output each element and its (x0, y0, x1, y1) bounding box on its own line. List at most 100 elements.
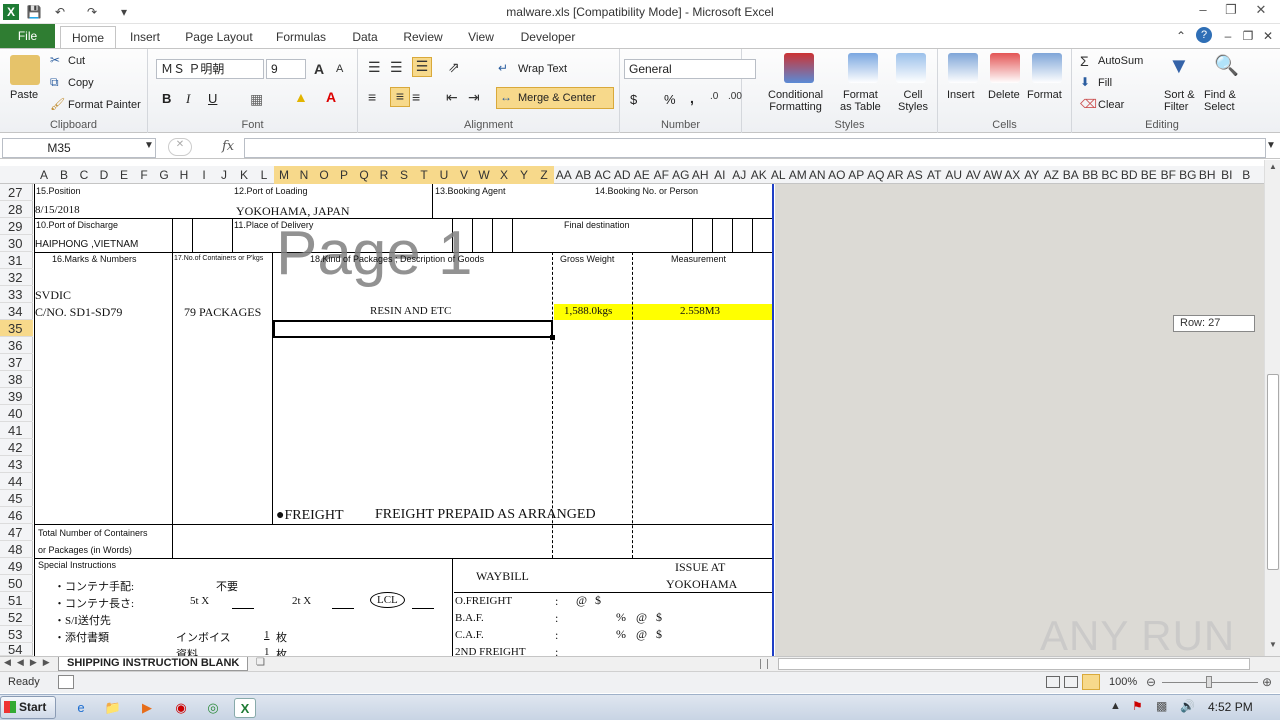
row-header-28[interactable]: 28 (0, 201, 33, 218)
sheet-tab-shipping-instruction[interactable]: SHIPPING INSTRUCTION BLANK (58, 657, 249, 671)
copy-button[interactable]: Copy (68, 77, 94, 89)
tray-network-icon[interactable]: ▩ (1156, 699, 1167, 713)
formula-input[interactable] (244, 138, 1266, 158)
normal-view-icon[interactable] (1046, 676, 1060, 688)
row-header-48[interactable]: 48 (0, 541, 33, 558)
doc-close-icon[interactable]: ✕ (1260, 28, 1276, 44)
column-header-t[interactable]: T (414, 166, 434, 184)
paste-button[interactable]: Paste (10, 89, 38, 101)
tab-page-layout[interactable]: Page Layout (180, 26, 258, 48)
insert-function-button[interactable]: fx (222, 139, 234, 154)
column-header-bh[interactable]: BH (1198, 166, 1218, 184)
column-header-al[interactable]: AL (769, 166, 789, 184)
column-header-ac[interactable]: AC (593, 166, 613, 184)
tab-formulas[interactable]: Formulas (270, 26, 332, 48)
format-as-table-button[interactable]: Format as Table (840, 89, 881, 113)
wrap-text-button[interactable]: Wrap Text (518, 63, 567, 75)
column-header-ak[interactable]: AK (749, 166, 769, 184)
tab-data[interactable]: Data (344, 26, 386, 48)
row-header-45[interactable]: 45 (0, 490, 33, 507)
row-header-47[interactable]: 47 (0, 524, 33, 541)
column-header-bc[interactable]: BC (1100, 166, 1120, 184)
doc-restore-icon[interactable]: ❐ (1240, 28, 1256, 44)
tray-alert-icon[interactable]: ⚑ (1132, 699, 1143, 713)
column-header-g[interactable]: G (154, 166, 174, 184)
column-header-m[interactable]: M (274, 166, 294, 184)
column-header-b[interactable]: B (54, 166, 74, 184)
fill-color-icon[interactable]: ▲ (294, 89, 308, 105)
tab-file[interactable]: File (0, 24, 55, 48)
column-header-s[interactable]: S (394, 166, 414, 184)
row-header-39[interactable]: 39 (0, 388, 33, 405)
column-header-aw[interactable]: AW (983, 166, 1003, 184)
ie-icon[interactable]: e (70, 698, 92, 718)
column-header-ao[interactable]: AO (827, 166, 847, 184)
comma-button[interactable]: , (690, 90, 694, 106)
column-header-k[interactable]: K (234, 166, 254, 184)
format-painter-button[interactable]: Format Painter (68, 99, 141, 111)
row-header-29[interactable]: 29 (0, 218, 33, 235)
row-header-53[interactable]: 53 (0, 626, 33, 643)
column-header-ba[interactable]: BA (1061, 166, 1081, 184)
column-header-a[interactable]: A (34, 166, 54, 184)
row-header-36[interactable]: 36 (0, 337, 33, 354)
row-header-43[interactable]: 43 (0, 456, 33, 473)
column-header-c[interactable]: C (74, 166, 94, 184)
fill-button[interactable]: Fill (1098, 77, 1112, 89)
orientation-icon[interactable]: ⇗ (448, 59, 460, 76)
number-format-combo[interactable]: General (624, 59, 756, 79)
insert-sheet-icon[interactable]: ❏ (256, 657, 265, 668)
column-header-aa[interactable]: AA (554, 166, 574, 184)
tab-home[interactable]: Home (60, 26, 116, 48)
explorer-icon[interactable]: 📁 (102, 698, 124, 718)
scroll-thumb[interactable] (1267, 374, 1279, 570)
font-name-combo[interactable]: ＭＳ Ｐ明朝 (156, 59, 264, 79)
chrome-icon[interactable]: ◎ (202, 698, 224, 718)
row-header-49[interactable]: 49 (0, 558, 33, 575)
align-center-icon[interactable]: ≡ (390, 87, 410, 107)
column-header-am[interactable]: AM (788, 166, 808, 184)
expand-formula-bar-icon[interactable]: ▼ (1266, 140, 1276, 151)
row-header-34[interactable]: 34 (0, 303, 33, 320)
column-header-at[interactable]: AT (925, 166, 945, 184)
minimize-icon[interactable]: – (1190, 2, 1216, 20)
zoom-in-icon[interactable]: ⊕ (1262, 675, 1272, 689)
tab-split-handle[interactable] (760, 659, 768, 669)
row-header-38[interactable]: 38 (0, 371, 33, 388)
row-header-46[interactable]: 46 (0, 507, 33, 524)
column-header-bi[interactable]: BI (1217, 166, 1237, 184)
column-header-aq[interactable]: AQ (866, 166, 886, 184)
font-color-icon[interactable]: A (326, 89, 336, 105)
column-header-ae[interactable]: AE (632, 166, 652, 184)
selected-cell-m35[interactable] (273, 320, 553, 338)
tray-arrow-icon[interactable]: ▲ (1110, 700, 1121, 712)
page-break-view-icon[interactable] (1082, 674, 1100, 690)
zoom-level[interactable]: 100% (1109, 676, 1137, 688)
row-header-54[interactable]: 54 (0, 643, 33, 656)
column-header-ay[interactable]: AY (1022, 166, 1042, 184)
find-select-button[interactable]: Find & Select (1204, 89, 1236, 113)
minimize-ribbon-icon[interactable]: ⌃ (1173, 28, 1189, 44)
cell-styles-button[interactable]: Cell Styles (898, 89, 928, 113)
borders-icon[interactable]: ▦ (250, 91, 263, 108)
tab-insert[interactable]: Insert (122, 26, 168, 48)
column-header-i[interactable]: I (194, 166, 214, 184)
column-header-bb[interactable]: BB (1081, 166, 1101, 184)
name-box-dropdown-icon[interactable]: ▼ (144, 140, 154, 151)
row-header-42[interactable]: 42 (0, 439, 33, 456)
row-header-27[interactable]: 27 (0, 184, 33, 201)
clock[interactable]: 4:52 PM (1208, 700, 1253, 714)
column-header-as[interactable]: AS (905, 166, 925, 184)
worksheet[interactable]: Page 1 15.Position 12.Port of Loading 13… (34, 184, 774, 656)
name-box[interactable]: M35 (2, 138, 156, 158)
column-header-av[interactable]: AV (964, 166, 984, 184)
column-header-r[interactable]: R (374, 166, 394, 184)
grow-font-icon[interactable]: A (314, 61, 324, 77)
column-header-p[interactable]: P (334, 166, 354, 184)
restore-icon[interactable]: ❐ (1218, 2, 1244, 20)
column-header-f[interactable]: F (134, 166, 154, 184)
shrink-font-icon[interactable]: A (336, 63, 343, 75)
column-header-e[interactable]: E (114, 166, 134, 184)
column-header-ap[interactable]: AP (847, 166, 867, 184)
align-right-icon[interactable]: ≡ (412, 89, 420, 105)
